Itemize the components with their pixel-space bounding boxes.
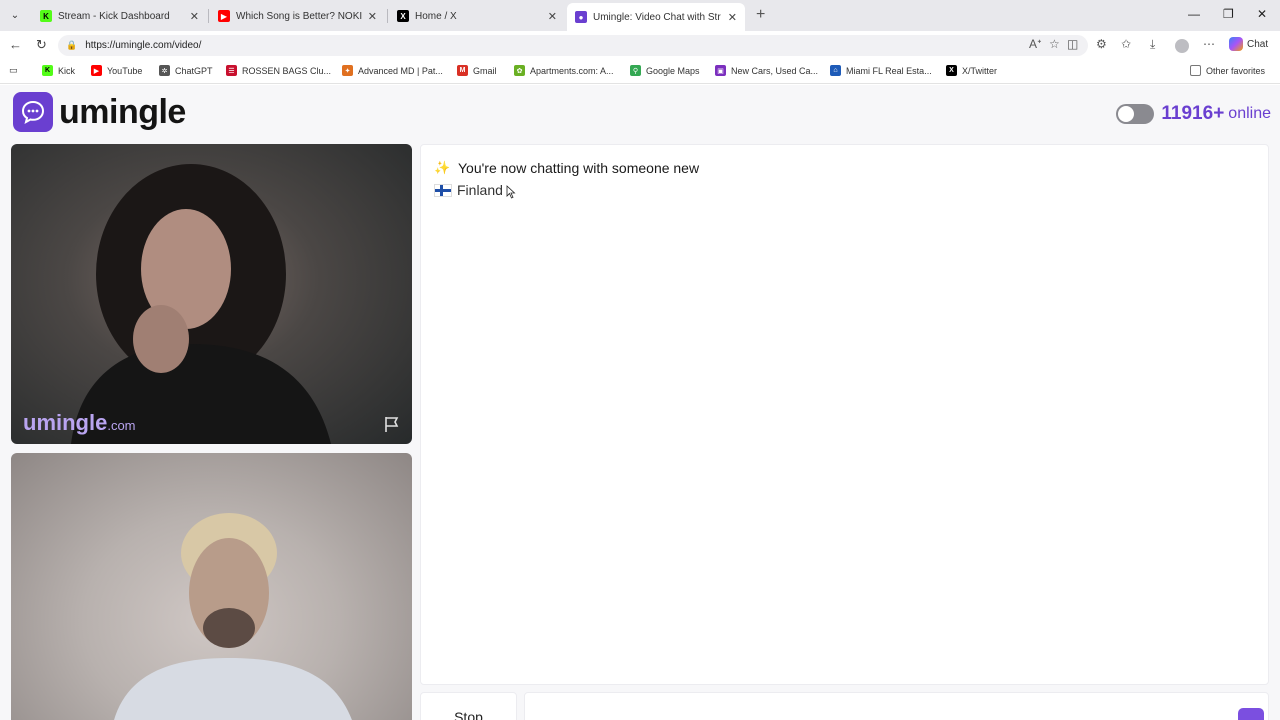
- youtube-icon: ▶: [91, 65, 102, 76]
- bookmark-apartments[interactable]: ✿ Apartments.com: A...: [514, 65, 614, 76]
- back-icon[interactable]: ←: [9, 37, 22, 52]
- bookmark-maps[interactable]: ⚲ Google Maps: [630, 65, 700, 76]
- window-close-icon[interactable]: ✕: [1257, 7, 1267, 21]
- self-video: [11, 453, 412, 720]
- folder-icon: [1190, 65, 1201, 76]
- tab-x[interactable]: X Home / X ✕: [389, 4, 565, 28]
- lock-icon: 🔒: [66, 40, 78, 50]
- profile-avatar-icon[interactable]: [1175, 39, 1189, 53]
- extensions-icon[interactable]: ⚙: [1096, 37, 1107, 51]
- message-input[interactable]: [524, 692, 1269, 720]
- more-menu-icon[interactable]: ⋯: [1203, 37, 1215, 51]
- url-input[interactable]: 🔒 https://umingle.com/video/: [58, 35, 1088, 56]
- rossen-icon: ☰: [226, 65, 237, 76]
- stranger-country: Finland: [434, 182, 503, 198]
- bookmark-cars[interactable]: ▣ New Cars, Used Ca...: [715, 65, 818, 76]
- online-count: 11916+: [1161, 103, 1225, 124]
- online-status: 11916+ online: [1116, 103, 1271, 125]
- theme-toggle[interactable]: [1116, 104, 1155, 124]
- finland-flag-icon: [434, 183, 452, 197]
- x-icon: X: [397, 10, 409, 22]
- copilot-chat-button[interactable]: Chat: [1229, 37, 1268, 51]
- bookmark-chatgpt[interactable]: ✲ ChatGPT: [159, 65, 213, 76]
- tab-kick[interactable]: K Stream - Kick Dashboard ✕: [32, 4, 207, 28]
- restore-icon[interactable]: ❐: [1223, 7, 1234, 21]
- system-message: ✨ You're now chatting with someone new: [434, 160, 699, 176]
- send-icon[interactable]: [1238, 708, 1264, 720]
- bookmark-advancedmd[interactable]: ✦ Advanced MD | Pat...: [342, 65, 443, 76]
- kick-icon: K: [42, 65, 53, 76]
- split-screen-icon[interactable]: ◫: [1067, 37, 1078, 51]
- cars-icon: ▣: [715, 65, 726, 76]
- new-tab-icon[interactable]: +: [756, 6, 765, 24]
- bookmark-kick[interactable]: K Kick: [42, 65, 75, 76]
- close-icon[interactable]: ✕: [728, 11, 737, 24]
- mouse-cursor-icon: [506, 185, 516, 199]
- apartments-icon: ✿: [514, 65, 525, 76]
- online-label: online: [1228, 105, 1271, 122]
- bookmarks-bar: ▭ K Kick ▶ YouTube ✲ ChatGPT ☰ ROSSEN BAGS C…: [0, 60, 1280, 84]
- other-favorites[interactable]: Other favorites: [1190, 65, 1265, 76]
- favorite-star-icon[interactable]: ☆: [1049, 37, 1060, 51]
- read-aloud-icon[interactable]: Aᐩ: [1029, 37, 1042, 51]
- umingle-icon: ●: [575, 11, 587, 23]
- tab-actions-menu-icon[interactable]: ⌄: [6, 6, 24, 24]
- system-message-text: You're now chatting with someone new: [458, 160, 700, 176]
- close-icon[interactable]: ✕: [190, 10, 199, 23]
- realestate-icon: ⌂: [830, 65, 841, 76]
- youtube-icon: ▶: [218, 10, 230, 22]
- refresh-icon[interactable]: ↻: [36, 37, 47, 53]
- url-text: https://umingle.com/video/: [85, 40, 202, 51]
- self-video-frame: [114, 513, 352, 720]
- bookmark-rossen[interactable]: ☰ ROSSEN BAGS Clu...: [226, 65, 331, 76]
- minimize-icon[interactable]: —: [1188, 7, 1200, 21]
- stranger-video-frame: [71, 164, 331, 444]
- apps-icon[interactable]: ▭: [9, 65, 18, 76]
- close-icon[interactable]: ✕: [368, 10, 377, 23]
- country-text: Finland: [457, 182, 503, 198]
- tab-umingle[interactable]: ● Umingle: Video Chat with Str ✕: [567, 3, 745, 31]
- close-icon[interactable]: ✕: [548, 10, 557, 23]
- bookmark-gmail[interactable]: M Gmail: [457, 65, 497, 76]
- browser-tab-bar: ⌄ K Stream - Kick Dashboard ✕ ▶ Which So…: [0, 0, 1280, 31]
- report-flag-icon[interactable]: [382, 414, 402, 434]
- copilot-icon: [1229, 37, 1243, 51]
- video-watermark: umingle.com: [23, 410, 136, 435]
- umingle-page: umingle 11916+ online umingle.com ✨ You'…: [0, 85, 1280, 720]
- x-icon: X: [946, 65, 957, 76]
- chatgpt-icon: ✲: [159, 65, 170, 76]
- site-logo[interactable]: umingle: [13, 92, 186, 132]
- stop-button[interactable]: Stop: [420, 692, 517, 720]
- bookmark-x[interactable]: X X/Twitter: [946, 65, 997, 76]
- downloads-icon[interactable]: ⤓: [1150, 37, 1155, 52]
- tab-youtube[interactable]: ▶ Which Song is Better? NOKIA vs. I ✕: [210, 4, 385, 28]
- bookmark-realestate[interactable]: ⌂ Miami FL Real Esta...: [830, 65, 932, 76]
- gmail-icon: M: [457, 65, 468, 76]
- chat-panel: ✨ You're now chatting with someone new F…: [420, 144, 1269, 685]
- chat-bubble-icon: [13, 92, 53, 132]
- address-bar-row: ← ↻ 🔒 https://umingle.com/video/ Aᐩ ☆ ◫ …: [0, 31, 1280, 60]
- advancedmd-icon: ✦: [342, 65, 353, 76]
- logo-text: umingle: [59, 92, 186, 131]
- kick-icon: K: [40, 10, 52, 22]
- sparkles-icon: ✨: [434, 160, 451, 175]
- stranger-video: umingle.com: [11, 144, 412, 444]
- maps-icon: ⚲: [630, 65, 641, 76]
- favorites-icon[interactable]: ✩: [1121, 37, 1131, 51]
- bookmark-youtube[interactable]: ▶ YouTube: [91, 65, 142, 76]
